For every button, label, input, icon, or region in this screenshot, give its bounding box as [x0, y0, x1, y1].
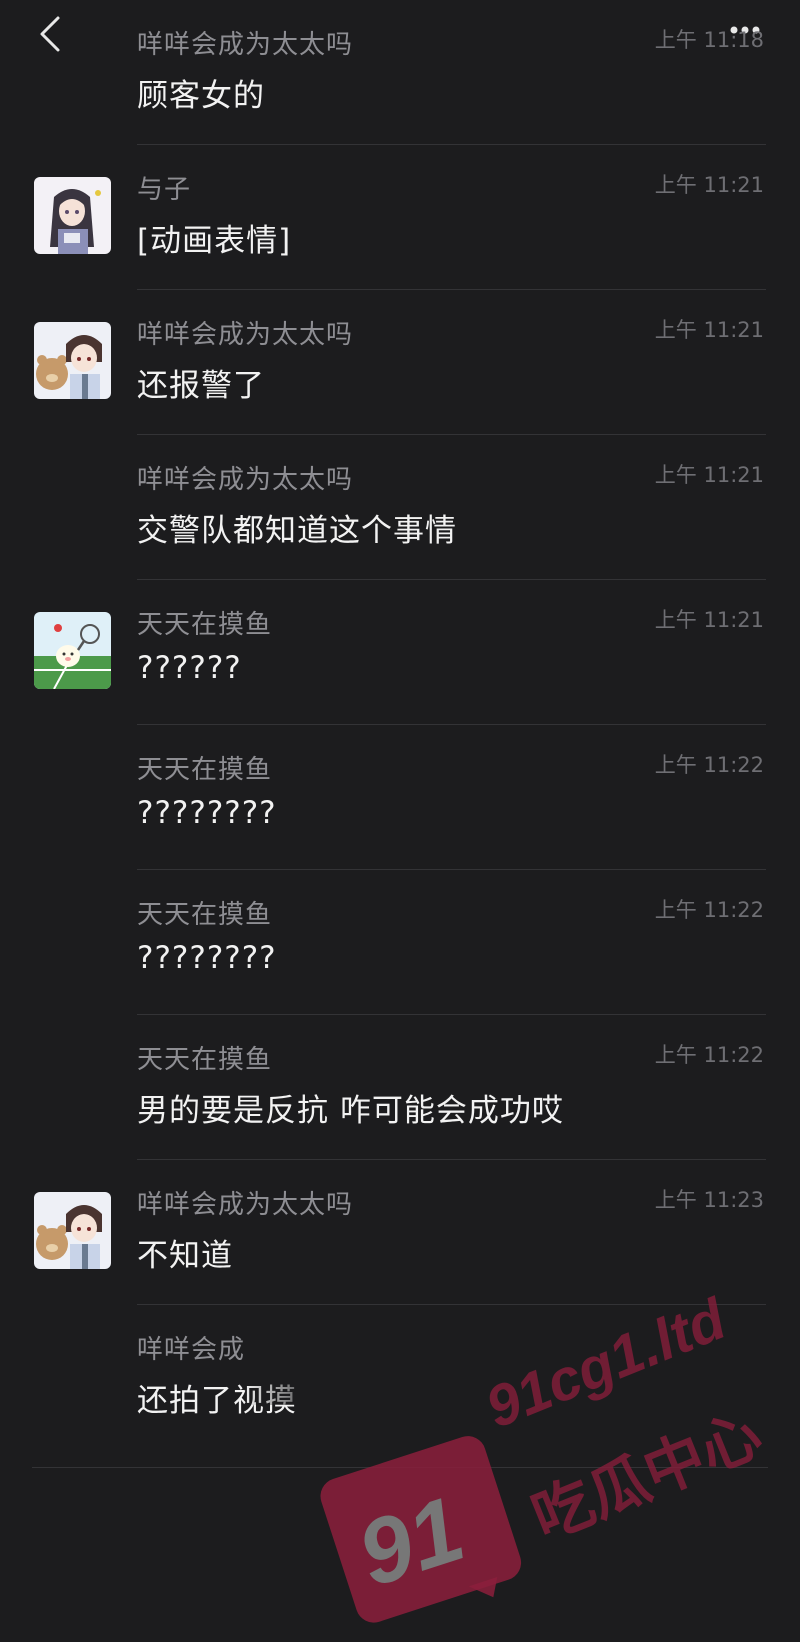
message-text: 顾客女的 [137, 78, 265, 114]
timestamp: 上午 11:21 [654, 608, 764, 632]
message-item[interactable]: 与子 上午 11:21 [动画表情] [0, 145, 800, 290]
avatar[interactable] [34, 612, 111, 689]
sender-name: 咩咩会成为太太吗 [137, 30, 354, 60]
timestamp: 上午 11:21 [654, 318, 764, 342]
timestamp: 上午 11:22 [654, 753, 764, 777]
message-text: ?????? [137, 650, 242, 686]
message-item[interactable]: 咩咩会成为太太吗 顾客女的 [0, 0, 800, 145]
anime-girl-avatar-icon [34, 177, 111, 254]
anime-boy-bear-avatar-icon [34, 322, 111, 399]
message-text: ???????? [137, 795, 277, 831]
sender-name: 天天在摸鱼 [137, 900, 273, 930]
anime-boy-bear-avatar-icon [34, 1192, 111, 1269]
message-item[interactable]: 咩咩会成为太太吗 上午 11:21 交警队都知道这个事情 [0, 435, 800, 580]
timestamp: 上午 11:21 [654, 173, 764, 197]
message-item[interactable]: 咩咩会成为太太吗 上午 11:23 不知道 [0, 1160, 800, 1305]
message-text: 男的要是反抗 咋可能会成功哎 [137, 1093, 564, 1129]
sender-name: 天天在摸鱼 [137, 1045, 273, 1075]
message-item[interactable]: 天天在摸鱼 上午 11:21 ?????? [0, 580, 800, 725]
avatar[interactable] [34, 322, 111, 399]
avatar[interactable] [34, 1192, 111, 1269]
sender-name: 咩咩会成为太太吗 [137, 1190, 354, 1220]
message-item[interactable]: 咩咩会成为太太吗 上午 11:21 还报警了 [0, 290, 800, 435]
message-item[interactable]: 天天在摸鱼 上午 11:22 男的要是反抗 咋可能会成功哎 [0, 1015, 800, 1160]
tennis-cartoon-avatar-icon [34, 612, 111, 689]
message-text: 不知道 [137, 1238, 233, 1274]
timestamp: 上午 11:21 [654, 463, 764, 487]
sender-name: 咩咩会成为太太吗 [137, 465, 354, 495]
message-item[interactable]: 天天在摸鱼 上午 11:22 ???????? [0, 870, 800, 1015]
message-text: 还报警了 [137, 368, 265, 404]
message-text: 交警队都知道这个事情 [137, 513, 457, 549]
timestamp: 上午 11:22 [654, 1043, 764, 1067]
sender-name: 咩咩会成 [137, 1335, 246, 1365]
message-text: ???????? [137, 940, 277, 976]
avatar[interactable] [34, 177, 111, 254]
sender-name: 咩咩会成为太太吗 [137, 320, 354, 350]
message-text: [动画表情] [137, 223, 292, 259]
sender-name: 与子 [137, 175, 192, 205]
timestamp: 上午 11:22 [654, 898, 764, 922]
timestamp: 上午 11:18 [654, 28, 764, 52]
message-item[interactable]: 天天在摸鱼 上午 11:22 ???????? [0, 725, 800, 870]
timestamp: 上午 11:23 [654, 1188, 764, 1212]
sender-name: 天天在摸鱼 [137, 610, 273, 640]
sender-name: 天天在摸鱼 [137, 755, 273, 785]
